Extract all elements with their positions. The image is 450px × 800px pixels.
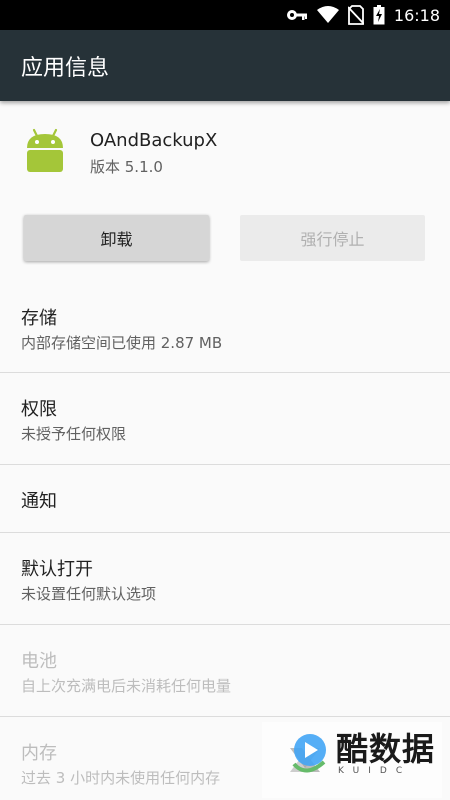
uninstall-button[interactable]: 卸载 <box>24 215 209 261</box>
wifi-icon <box>316 6 339 24</box>
page-title: 应用信息 <box>21 56 110 81</box>
settings-item-summary: 未设置任何默认选项 <box>21 585 157 603</box>
settings-item-storage[interactable]: 存储 内部存储空间已使用 2.87 MB <box>0 282 450 372</box>
settings-item-title: 内存 <box>21 743 57 764</box>
settings-item-battery: 电池 自上次充满电后未消耗任何电量 <box>0 625 450 716</box>
settings-item-summary: 未授予任何权限 <box>21 425 127 443</box>
settings-item-title: 默认打开 <box>21 559 93 580</box>
app-version: 版本 5.1.0 <box>90 158 163 176</box>
settings-item-title: 电池 <box>21 651 57 672</box>
settings-item-notifications[interactable]: 通知 <box>0 465 450 532</box>
watermark-logo-icon <box>280 728 332 792</box>
status-time: 16:18 <box>393 5 440 25</box>
watermark: 酷数据 KUIDC <box>262 722 442 798</box>
android-icon <box>22 128 68 174</box>
force-stop-button[interactable]: 强行停止 <box>240 215 425 261</box>
status-icons: 16:18 <box>286 0 440 30</box>
watermark-sub: KUIDC <box>338 766 412 776</box>
vpn-key-icon <box>286 8 308 22</box>
watermark-name: 酷数据 <box>336 730 436 768</box>
app-bar: 应用信息 <box>0 30 450 101</box>
settings-item-title: 通知 <box>21 491 57 512</box>
settings-item-summary: 内部存储空间已使用 2.87 MB <box>21 334 223 352</box>
no-sim-icon <box>347 5 364 25</box>
settings-item-open-by-default[interactable]: 默认打开 未设置任何默认选项 <box>0 533 450 624</box>
settings-item-title: 权限 <box>21 399 57 420</box>
settings-item-summary: 自上次充满电后未消耗任何电量 <box>21 677 232 695</box>
settings-item-summary: 过去 3 小时内未使用任何内存 <box>21 769 221 787</box>
battery-charging-icon <box>373 5 385 25</box>
app-name: OAndBackupX <box>90 130 218 151</box>
status-bar: 16:18 <box>0 0 450 30</box>
settings-item-permissions[interactable]: 权限 未授予任何权限 <box>0 373 450 464</box>
settings-item-title: 存储 <box>21 308 57 329</box>
